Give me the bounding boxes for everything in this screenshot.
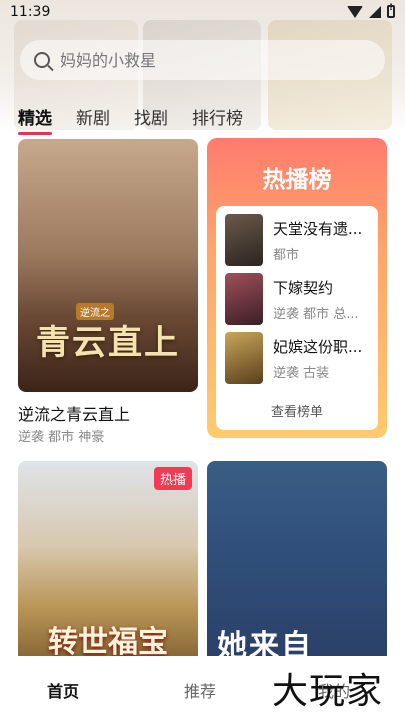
featured-poster[interactable]: 逆流之 青云直上: [18, 139, 198, 392]
hot-item[interactable]: 下嫁契约 逆袭 都市 总...: [225, 273, 375, 329]
hot-item-name: 妃嫔这份职...: [273, 338, 363, 356]
signal-icon: [369, 5, 381, 18]
status-bar: 11:39: [0, 0, 405, 26]
hot-item-name: 下嫁契约: [273, 279, 334, 297]
hot-item-thumbnail: [225, 273, 263, 325]
watermark: 大玩家: [272, 671, 384, 712]
drama-poster[interactable]: 热播 转世福宝: [18, 461, 198, 671]
search-input[interactable]: [60, 50, 360, 70]
view-ranking-link[interactable]: 查看榜单: [216, 401, 378, 420]
tab-new[interactable]: 新剧: [76, 104, 110, 129]
hot-item-name: 天堂没有遗...: [273, 220, 363, 238]
hot-board-card[interactable]: 热播榜 天堂没有遗... 都市 下嫁契约 逆袭 都市 总... 妃嫔这份职...…: [207, 138, 387, 438]
battery-alert-icon: [387, 3, 395, 18]
hot-item-tags: 都市: [273, 248, 300, 263]
drama-poster-title: 转世福宝: [48, 625, 168, 660]
tab-ranking[interactable]: 排行榜: [192, 104, 243, 129]
featured-tags: 逆袭 都市 神豪: [18, 430, 105, 445]
hot-item-thumbnail: [225, 332, 263, 384]
search-icon[interactable]: [34, 52, 50, 68]
status-time: 11:39: [10, 4, 51, 20]
hot-item-tags: 逆袭 都市 总...: [273, 307, 359, 322]
featured-title[interactable]: 逆流之青云直上: [18, 401, 130, 425]
hot-item[interactable]: 天堂没有遗... 都市: [225, 214, 375, 270]
hot-board-list: 天堂没有遗... 都市 下嫁契约 逆袭 都市 总... 妃嫔这份职... 逆袭 …: [216, 206, 378, 430]
hot-item-thumbnail: [225, 214, 263, 266]
tab-featured[interactable]: 精选: [18, 104, 52, 135]
status-icons: [347, 3, 395, 18]
search-bar[interactable]: [20, 40, 385, 80]
category-tabs: 精选 新剧 找剧 排行榜: [18, 104, 243, 135]
drama-poster[interactable]: 她来自: [207, 461, 387, 671]
featured-poster-title: 青云直上: [36, 323, 180, 363]
nav-home[interactable]: 首页: [47, 678, 79, 702]
nav-recommend[interactable]: 推荐: [184, 678, 216, 702]
hot-item-tags: 逆袭 古装: [273, 366, 330, 381]
hot-board-title: 热播榜: [262, 167, 332, 193]
hot-item[interactable]: 妃嫔这份职... 逆袭 古装: [225, 332, 375, 388]
tab-find[interactable]: 找剧: [134, 104, 168, 129]
hot-badge: 热播: [153, 467, 192, 490]
wifi-icon: [347, 5, 363, 18]
